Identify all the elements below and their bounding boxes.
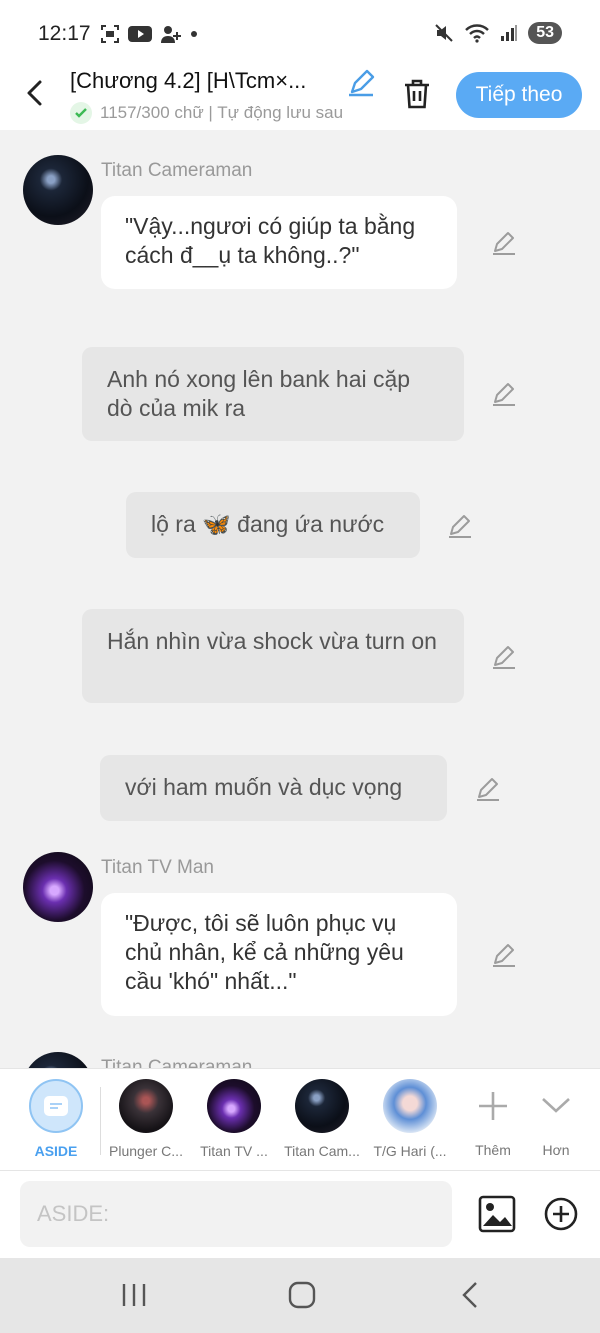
- aside-avatar: [29, 1079, 83, 1133]
- speaker-name: Titan TV Man: [101, 857, 214, 878]
- wifi-icon: [465, 24, 490, 43]
- avatar: [295, 1079, 349, 1133]
- trash-icon[interactable]: [402, 78, 432, 110]
- chevron-down-icon: [542, 1098, 570, 1113]
- divider: [100, 1087, 101, 1155]
- character-label: Titan TV ...: [200, 1143, 268, 1159]
- home-icon[interactable]: [282, 1278, 322, 1312]
- edit-message-icon[interactable]: [490, 380, 518, 408]
- add-circle-icon[interactable]: [543, 1196, 579, 1232]
- aside-input[interactable]: [20, 1181, 452, 1247]
- narration-bubble[interactable]: lộ ra 🦋 đang ứa nước: [126, 492, 420, 558]
- character-titan-tv[interactable]: Titan TV ...: [190, 1079, 278, 1159]
- avatar: [207, 1079, 261, 1133]
- character-label: ASIDE: [34, 1143, 78, 1159]
- edit-message-icon[interactable]: [490, 643, 518, 671]
- signal-icon: [501, 25, 518, 41]
- avatar-titan-cameraman[interactable]: [23, 155, 93, 225]
- status-time: 12:17: [38, 22, 91, 45]
- character-titan-cam[interactable]: Titan Cam...: [278, 1079, 366, 1159]
- screenshot-icon: [101, 25, 119, 43]
- word-count-text: 1157/300 chữ | Tự động lưu sau: [100, 103, 344, 122]
- aside-icon: [44, 1096, 68, 1116]
- character-plunger[interactable]: Plunger C...: [102, 1079, 190, 1159]
- avatar: [383, 1079, 437, 1133]
- check-icon: [70, 102, 92, 124]
- edit-message-icon[interactable]: [474, 775, 502, 803]
- character-bar: ASIDE Plunger C... Titan TV ... Titan Ca…: [0, 1068, 600, 1170]
- add-contact-icon: [161, 26, 181, 43]
- message-bubble[interactable]: "Được, tôi sẽ luôn phục vụ chủ nhân, kể …: [101, 893, 457, 1016]
- avatar-titan-cameraman[interactable]: [23, 1052, 93, 1068]
- character-label: Plunger C...: [109, 1143, 183, 1159]
- save-status: 1157/300 chữ | Tự động lưu sau: [70, 102, 376, 124]
- status-notification-icons: [100, 24, 198, 44]
- mute-icon: [435, 24, 453, 42]
- status-bar: 12:17 53: [0, 0, 600, 64]
- back-nav-icon[interactable]: [451, 1278, 491, 1312]
- battery-badge: 53: [528, 22, 562, 44]
- narration-bubble[interactable]: với ham muốn và dục vọng: [100, 755, 447, 821]
- youtube-icon: [128, 26, 152, 42]
- status-system-icons: 53: [434, 22, 562, 44]
- character-aside[interactable]: ASIDE: [12, 1079, 100, 1159]
- character-label: Titan Cam...: [284, 1143, 360, 1159]
- edit-message-icon[interactable]: [446, 512, 474, 540]
- speaker-name: Titan Cameraman: [101, 1057, 253, 1068]
- image-icon[interactable]: [478, 1195, 516, 1233]
- speaker-name: Titan Cameraman: [101, 160, 253, 181]
- character-label: T/G Hari (...: [373, 1143, 447, 1159]
- edit-message-icon[interactable]: [490, 229, 518, 257]
- next-button[interactable]: Tiếp theo: [456, 72, 582, 118]
- dot-icon: [191, 31, 197, 37]
- recent-apps-icon[interactable]: [114, 1278, 154, 1312]
- input-row: [0, 1170, 600, 1258]
- header: [Chương 4.2] [H\Tcm×... 1157/300 chữ | T…: [0, 64, 600, 130]
- expand-button[interactable]: Hơn: [512, 1079, 600, 1158]
- edit-title-icon[interactable]: [346, 68, 376, 98]
- character-tg-hari[interactable]: T/G Hari (...: [366, 1079, 454, 1159]
- narration-bubble[interactable]: Anh nó xong lên bank hai cặp dò của mik …: [82, 347, 464, 441]
- message-bubble[interactable]: "Vậy...ngươi có giúp ta bằng cách đ__ụ t…: [101, 196, 457, 289]
- avatar-titan-tv-man[interactable]: [23, 852, 93, 922]
- narration-bubble[interactable]: Hắn nhìn vừa shock vừa turn on: [82, 609, 464, 703]
- avatar: [119, 1079, 173, 1133]
- back-icon[interactable]: [20, 76, 50, 110]
- edit-message-icon[interactable]: [490, 941, 518, 969]
- system-nav-bar: [0, 1258, 600, 1333]
- chapter-title[interactable]: [Chương 4.2] [H\Tcm×...: [70, 68, 340, 94]
- expand-label: Hơn: [542, 1142, 570, 1158]
- chat-area[interactable]: Titan Cameraman "Vậy...ngươi có giúp ta …: [0, 130, 600, 1068]
